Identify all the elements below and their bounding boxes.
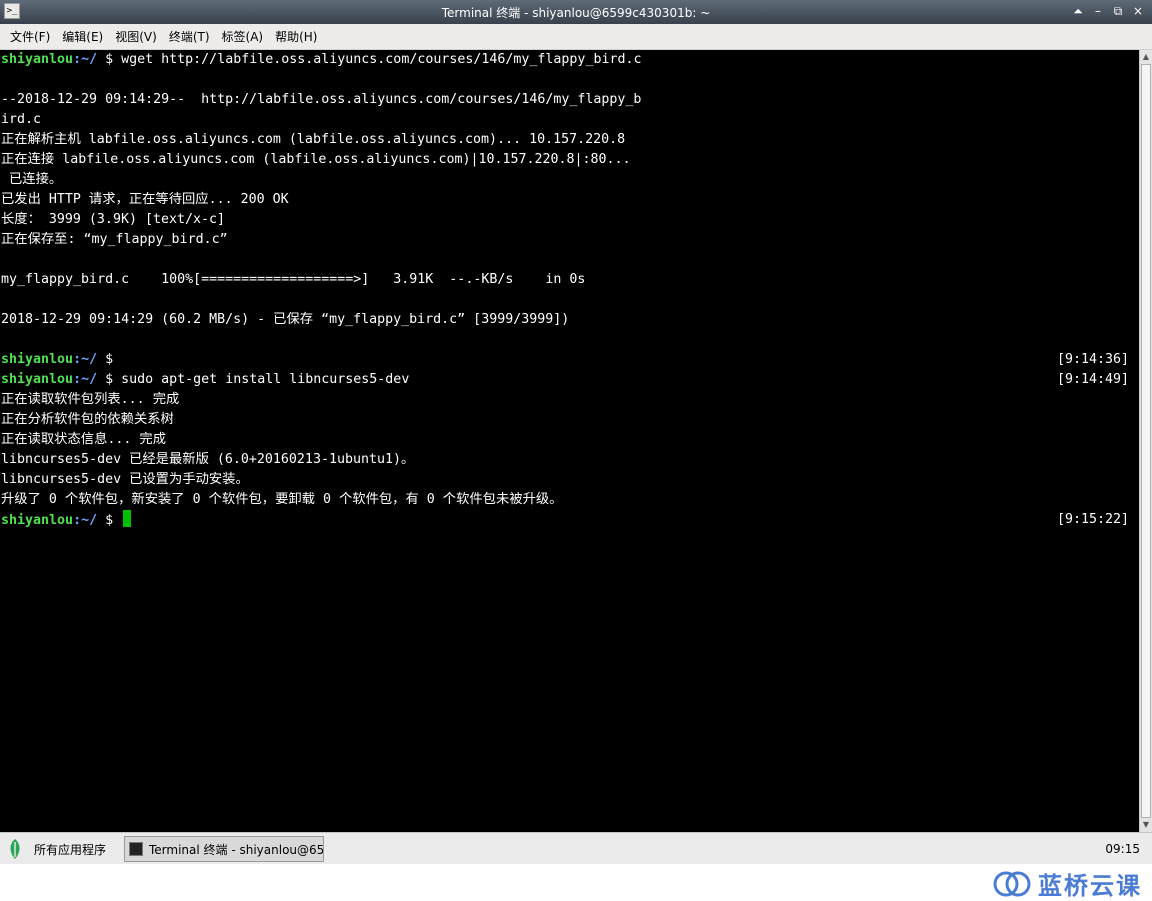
prompt-path: :~/ bbox=[73, 52, 98, 67]
taskbar-terminal-button[interactable]: Terminal 终端 - shiyanlou@6599c430301b: ~ bbox=[124, 836, 324, 862]
output-line: 正在保存至: “my_flappy_bird.c” bbox=[1, 232, 228, 247]
window-controls: ⏶ – ⧉ × bbox=[1070, 3, 1146, 19]
prompt-symbol: $ bbox=[97, 352, 122, 367]
menu-file[interactable]: 文件(F) bbox=[4, 28, 56, 45]
prompt-path: :~/ bbox=[73, 513, 98, 528]
prompt-line: shiyanlou:~/ $ [9:14:36] bbox=[1, 350, 1139, 370]
prompt-path: :~/ bbox=[73, 352, 98, 367]
prompt-line: shiyanlou:~/ $ sudo apt-get install libn… bbox=[1, 370, 1139, 390]
output-line: ird.c bbox=[1, 112, 42, 127]
output-line: libncurses5-dev 已设置为手动安装。 bbox=[1, 472, 249, 487]
terminal-output[interactable]: shiyanlou:~/ $ wget http://labfile.oss.a… bbox=[0, 50, 1139, 832]
menu-edit[interactable]: 编辑(E) bbox=[56, 28, 109, 45]
prompt-user: shiyanlou bbox=[1, 52, 74, 67]
menu-tabs[interactable]: 标签(A) bbox=[216, 28, 270, 45]
window-titlebar[interactable]: >_ Terminal 终端 - shiyanlou@6599c430301b:… bbox=[0, 0, 1152, 24]
prompt-timestamp: [9:14:49] bbox=[1056, 372, 1129, 387]
command-text: sudo apt-get install libncurses5-dev bbox=[121, 372, 410, 387]
output-line: --2018-12-29 09:14:29-- http://labfile.o… bbox=[1, 92, 642, 107]
output-line: 已连接。 bbox=[1, 172, 63, 187]
window-title: Terminal 终端 - shiyanlou@6599c430301b: ~ bbox=[441, 6, 711, 20]
taskbar-clock[interactable]: 09:15 bbox=[1105, 842, 1140, 856]
menu-view[interactable]: 视图(V) bbox=[109, 28, 163, 45]
menu-terminal[interactable]: 终端(T) bbox=[163, 28, 216, 45]
output-line: 正在连接 labfile.oss.aliyuncs.com (labfile.o… bbox=[1, 152, 631, 167]
scroll-down-arrow-icon[interactable]: ▼ bbox=[1140, 819, 1152, 831]
taskbar: 所有应用程序 Terminal 终端 - shiyanlou@6599c4303… bbox=[0, 832, 1152, 864]
output-line: 升级了 0 个软件包，新安装了 0 个软件包，要卸载 0 个软件包，有 0 个软… bbox=[1, 492, 563, 507]
shade-window-icon[interactable]: ⏶ bbox=[1070, 3, 1086, 19]
app-menu-leaf-icon bbox=[10, 839, 20, 859]
download-progress-line: my_flappy_bird.c 100%[==================… bbox=[1, 272, 586, 287]
terminal-task-icon bbox=[129, 842, 143, 856]
applications-menu-label: 所有应用程序 bbox=[34, 842, 107, 857]
close-window-icon[interactable]: × bbox=[1130, 3, 1146, 19]
prompt-path: :~/ bbox=[73, 372, 98, 387]
lanqiao-logo-icon bbox=[993, 871, 1031, 896]
menu-help[interactable]: 帮助(H) bbox=[269, 28, 323, 45]
maximize-window-icon[interactable]: ⧉ bbox=[1110, 3, 1126, 19]
output-line: 长度： 3999 (3.9K) [text/x-c] bbox=[1, 212, 226, 227]
bottom-strip: 蓝桥云课 bbox=[0, 864, 1152, 900]
taskbar-terminal-label: Terminal 终端 - shiyanlou@6599c430301b: ~ bbox=[149, 842, 324, 857]
applications-menu-button[interactable]: 所有应用程序 bbox=[6, 837, 106, 861]
prompt-timestamp: [9:15:22] bbox=[1056, 512, 1129, 527]
menu-bar: 文件(F) 编辑(E) 视图(V) 终端(T) 标签(A) 帮助(H) bbox=[0, 24, 1152, 50]
prompt-line: shiyanlou:~/ $ [9:15:22] bbox=[1, 510, 1139, 530]
prompt-symbol: $ bbox=[97, 372, 122, 387]
command-text: wget http://labfile.oss.aliyuncs.com/cou… bbox=[121, 52, 642, 67]
prompt-timestamp: [9:14:36] bbox=[1056, 352, 1129, 367]
prompt-symbol: $ bbox=[97, 52, 122, 67]
vertical-scrollbar[interactable]: ▲ ▼ bbox=[1139, 50, 1152, 832]
minimize-window-icon[interactable]: – bbox=[1090, 3, 1106, 19]
output-line: 正在读取状态信息... 完成 bbox=[1, 432, 166, 447]
output-line: 已发出 HTTP 请求，正在等待回应... 200 OK bbox=[1, 192, 289, 207]
prompt-user: shiyanlou bbox=[1, 372, 74, 387]
prompt-symbol: $ bbox=[97, 513, 122, 528]
prompt-user: shiyanlou bbox=[1, 513, 74, 528]
output-line: 正在分析软件包的依赖关系树 bbox=[1, 412, 174, 427]
text-cursor bbox=[123, 510, 132, 527]
scrollbar-thumb[interactable] bbox=[1141, 64, 1151, 818]
prompt-user: shiyanlou bbox=[1, 352, 74, 367]
output-line: libncurses5-dev 已经是最新版 (6.0+20160213-1ub… bbox=[1, 452, 415, 467]
output-line: 正在读取软件包列表... 完成 bbox=[1, 392, 180, 407]
scroll-up-arrow-icon[interactable]: ▲ bbox=[1140, 51, 1152, 63]
output-line: 2018-12-29 09:14:29 (60.2 MB/s) - 已保存 “m… bbox=[1, 312, 570, 327]
prompt-line: shiyanlou:~/ $ wget http://labfile.oss.a… bbox=[1, 50, 641, 70]
output-line: 正在解析主机 labfile.oss.aliyuncs.com (labfile… bbox=[1, 132, 626, 147]
